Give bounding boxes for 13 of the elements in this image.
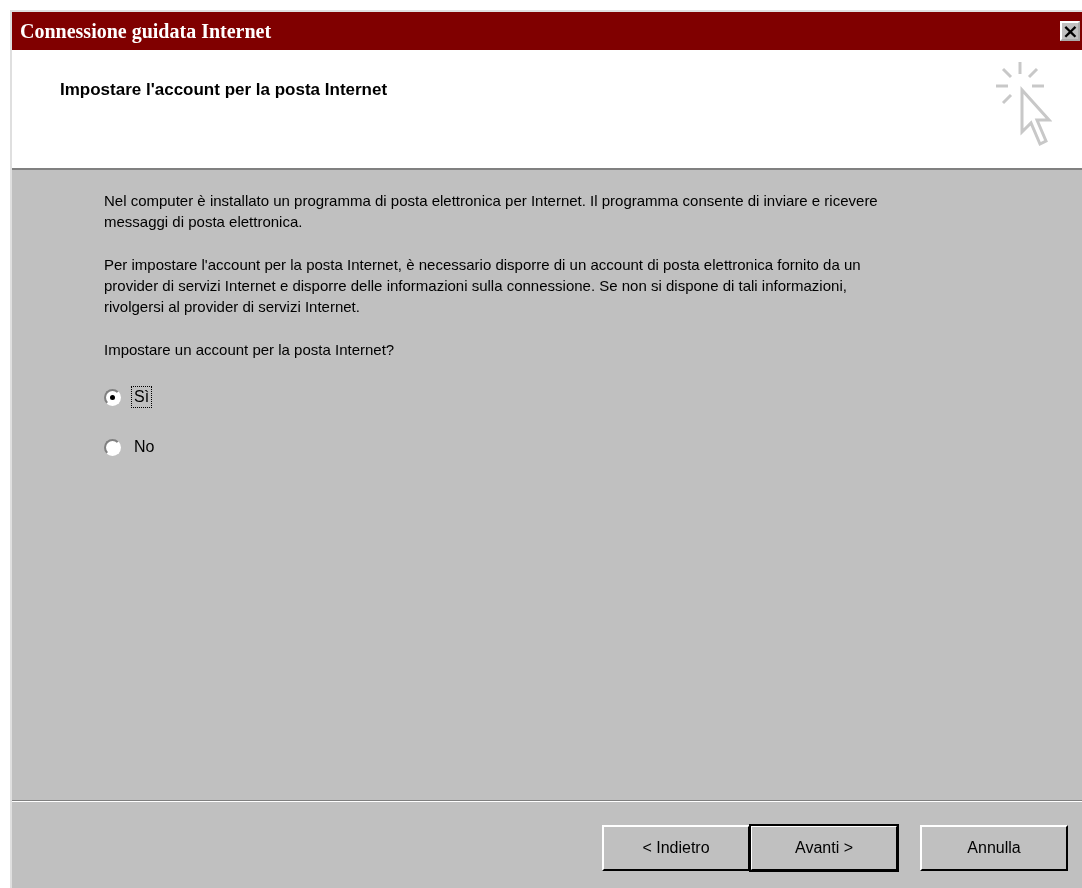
radio-button[interactable]: [104, 438, 121, 456]
radio-button[interactable]: [104, 388, 121, 406]
radio-label[interactable]: Sì: [131, 386, 153, 408]
cancel-button[interactable]: Annulla: [920, 825, 1068, 871]
body-paragraph: Nel computer è installato un programma di posta elettronica per Internet. Il programma consente di inviare e ricevere messaggi di posta elettronica.: [104, 191, 879, 232]
question-text: Impostare un account per la posta Internet?: [104, 340, 396, 360]
close-button[interactable]: ×: [1060, 21, 1080, 41]
back-button[interactable]: < Indietro: [602, 825, 750, 871]
next-button[interactable]: Avanti >: [750, 825, 898, 871]
radio-label[interactable]: No: [131, 436, 158, 458]
body-paragraph: Per impostare l'account per la posta Internet, è necessario disporre di un account di posta elettronica fornito da un provider di servizi Internet e disporre delle informazioni sulla connessione. Se non si dispone di tali informazioni, rivolgersi al provider di servizi Internet.: [104, 255, 862, 317]
window-title: Connessione guidata Internet: [20, 19, 272, 43]
page-heading: Impostare l'account per la posta Internet: [60, 80, 388, 100]
